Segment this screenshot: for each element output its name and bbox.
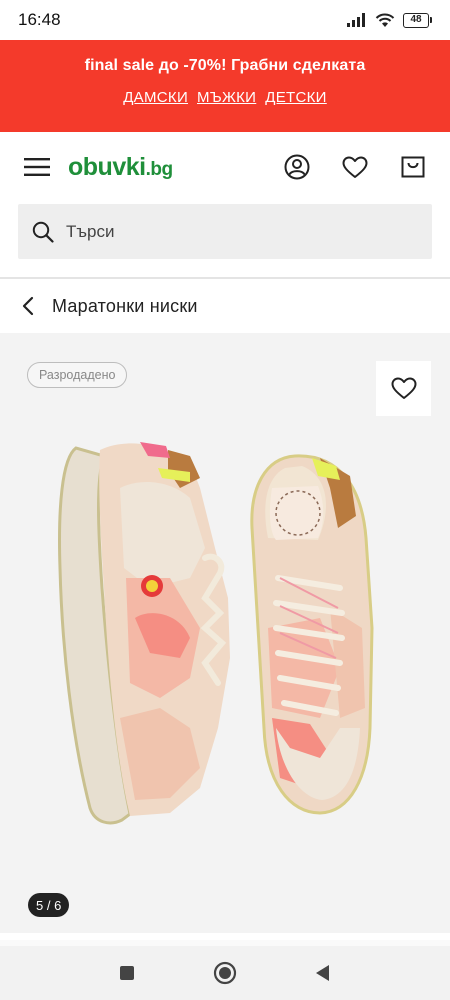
system-navigation-bar xyxy=(0,946,450,1000)
header-actions xyxy=(282,152,428,182)
cart-button[interactable] xyxy=(398,152,428,182)
heart-icon xyxy=(391,377,416,399)
promo-link-women[interactable]: ДАМСКИ xyxy=(123,89,188,106)
account-button[interactable] xyxy=(282,152,312,182)
logo-tld: .bg xyxy=(145,158,174,180)
wishlist-button[interactable] xyxy=(340,152,370,182)
header-divider xyxy=(0,277,450,279)
search-input[interactable] xyxy=(66,221,396,242)
battery-icon: 48 xyxy=(403,12,432,28)
site-logo[interactable]: obuvki.bg xyxy=(68,153,173,182)
search-icon xyxy=(32,221,54,243)
site-header: obuvki.bg xyxy=(0,132,450,202)
signal-icon xyxy=(347,13,365,27)
promo-link-kids[interactable]: ДЕТСКИ xyxy=(265,89,326,106)
promo-banner: final sale до -70%! Грабни сделката ДАМС… xyxy=(0,40,450,132)
right-sneaker xyxy=(250,454,374,815)
recent-apps-square-icon[interactable] xyxy=(119,965,135,981)
heart-icon xyxy=(342,156,368,178)
user-icon xyxy=(284,154,310,180)
left-sneaker xyxy=(58,442,230,825)
hamburger-menu-icon xyxy=(24,158,50,176)
add-to-wishlist-button[interactable] xyxy=(376,361,431,416)
wifi-icon xyxy=(375,13,395,27)
menu-button[interactable] xyxy=(22,152,52,182)
sold-out-badge: Разродадено xyxy=(27,362,128,388)
logo-name: obuvki xyxy=(68,152,146,181)
status-bar: 16:48 48 xyxy=(0,0,450,40)
status-icons: 48 xyxy=(347,12,432,28)
promo-category-links: ДАМСКИ МЪЖКИ ДЕТСКИ xyxy=(0,89,450,106)
shopping-bag-icon xyxy=(401,156,425,178)
promo-link-men[interactable]: МЪЖКИ xyxy=(197,89,256,106)
product-gallery[interactable]: Разродадено 5 / 6 xyxy=(0,333,450,933)
back-triangle-icon[interactable] xyxy=(315,964,331,982)
image-counter: 5 / 6 xyxy=(28,893,70,917)
promo-title[interactable]: final sale до -70%! Грабни сделката xyxy=(0,57,450,75)
breadcrumb-label[interactable]: Маратонки ниски xyxy=(52,296,198,317)
home-circle-icon[interactable] xyxy=(213,961,237,985)
chevron-left-icon[interactable] xyxy=(22,296,34,316)
status-time: 16:48 xyxy=(18,10,61,29)
battery-level: 48 xyxy=(403,12,429,28)
product-image-sneakers[interactable] xyxy=(40,428,410,828)
breadcrumb[interactable]: Маратонки ниски xyxy=(0,280,450,332)
search-bar[interactable] xyxy=(18,204,432,259)
